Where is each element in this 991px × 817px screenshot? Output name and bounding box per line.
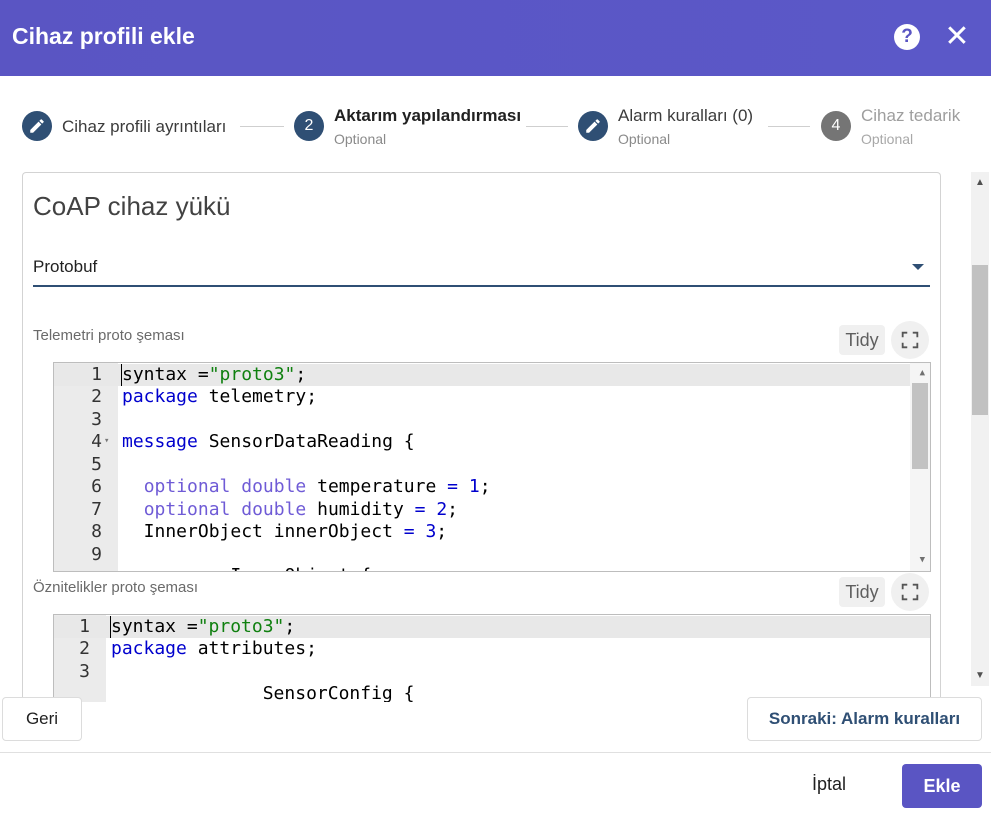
add-button[interactable]: Ekle — [902, 764, 982, 808]
content-scrollbar-thumb[interactable] — [972, 265, 988, 415]
pencil-icon — [578, 111, 608, 141]
code-line: optional double temperature = 1; — [143, 476, 491, 497]
close-icon[interactable]: ✕ — [944, 22, 970, 52]
step-2-sub: Optional — [334, 131, 387, 147]
section-title: CoAP cihaz yükü — [33, 191, 231, 221]
step-connector — [240, 126, 284, 127]
code-line: SensorConfig { — [111, 683, 415, 702]
step-3-sub: Optional — [618, 131, 671, 147]
code-line: InnerObject { — [122, 565, 371, 571]
code-line: InnerObject innerObject = 3; — [122, 521, 448, 542]
dialog-header: Cihaz profili ekle ? ✕ — [0, 0, 991, 76]
step-2-number: 2 — [294, 111, 324, 141]
next-alarm-rules-button[interactable]: Sonraki: Alarm kuralları — [747, 697, 982, 741]
dropdown-arrow-icon — [912, 264, 924, 270]
telemetry-tidy-button[interactable]: Tidy — [839, 325, 885, 355]
code-line: package attributes; — [111, 638, 317, 659]
telemetry-code-editor[interactable]: 1 2 3 4 ▾ 5 6 7 8 9 syntax ="proto3"; pa… — [53, 362, 931, 572]
line-number: 1 — [91, 364, 102, 385]
line-number: 9 — [91, 544, 102, 565]
line-number: 3 — [91, 409, 102, 430]
step-4-label: Cihaz tedarik — [861, 106, 961, 125]
line-number: 7 — [91, 499, 102, 520]
step-4-number: 4 — [821, 111, 851, 141]
step-3-label: Alarm kuralları (0) — [618, 106, 754, 125]
line-number: 5 — [91, 454, 102, 475]
step-connector — [768, 126, 810, 127]
code-line: optional double humidity = 2; — [143, 499, 459, 520]
back-button[interactable]: Geri — [2, 697, 82, 741]
code-line: package telemetry; — [122, 386, 318, 407]
fullscreen-icon[interactable] — [891, 573, 929, 611]
telemetry-proto-label: Telemetri proto şeması — [33, 327, 185, 344]
scroll-up-icon[interactable]: ▲ — [975, 177, 985, 188]
code-line: syntax ="proto3"; — [111, 616, 296, 637]
attributes-proto-label: Öznitelikler proto şeması — [33, 579, 199, 596]
content-scrollbar[interactable] — [971, 172, 989, 686]
step-connector — [526, 126, 568, 127]
help-icon[interactable]: ? — [894, 24, 920, 50]
step-4-sub: Optional — [861, 131, 914, 147]
line-number: 2 — [91, 386, 102, 407]
step-2-label: Aktarım yapılandırması — [334, 106, 522, 125]
editor-scrollbar-thumb[interactable] — [912, 383, 928, 469]
line-number: 4 — [91, 431, 102, 452]
footer-divider — [0, 752, 991, 753]
scroll-down-icon[interactable]: ▼ — [975, 670, 985, 681]
line-number: 2 — [79, 638, 90, 659]
attributes-tidy-button[interactable]: Tidy — [839, 577, 885, 607]
dialog-title: Cihaz profili ekle — [12, 23, 195, 49]
select-underline — [33, 285, 930, 287]
step-1-label: Cihaz profili ayrıntıları — [62, 117, 227, 136]
scroll-up-icon[interactable]: ▲ — [920, 368, 925, 378]
scroll-down-icon[interactable]: ▼ — [920, 555, 925, 565]
line-number: 8 — [91, 521, 102, 542]
fold-arrow-icon[interactable]: ▾ — [104, 436, 109, 446]
transport-config-card: CoAP cihaz yükü Protobuf Telemetri proto… — [22, 172, 941, 702]
attributes-code-editor[interactable]: 1 2 3 syntax ="proto3"; package attribut… — [53, 614, 931, 702]
line-number: 3 — [79, 661, 90, 682]
line-number: 6 — [91, 476, 102, 497]
fullscreen-icon[interactable] — [891, 321, 929, 359]
pencil-icon — [22, 111, 52, 141]
payload-type-value: Protobuf — [33, 257, 98, 276]
code-line: syntax ="proto3"; — [122, 364, 307, 385]
line-number: 1 — [79, 616, 90, 637]
code-line: message SensorDataReading { — [122, 431, 415, 452]
cancel-button[interactable]: İptal — [812, 774, 846, 795]
